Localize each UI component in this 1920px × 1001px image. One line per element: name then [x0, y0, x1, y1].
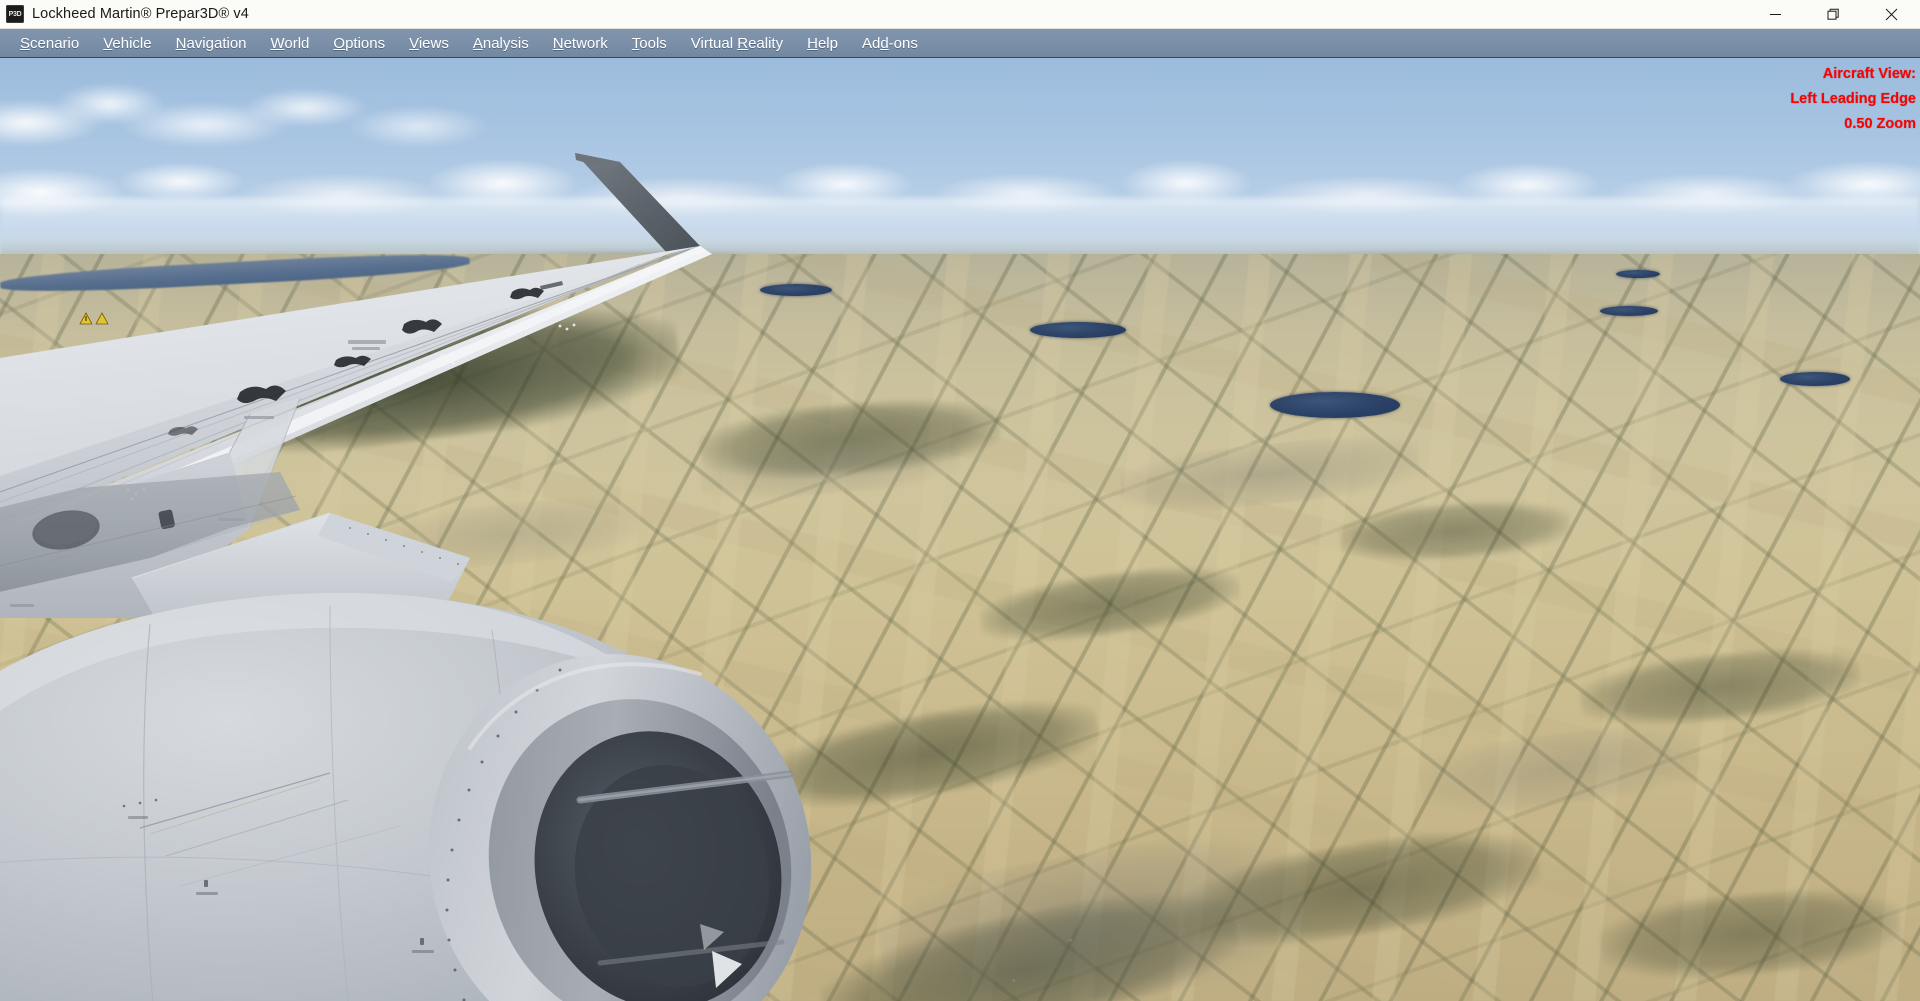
- overlay-line-zoom: 0.50 Zoom: [1844, 116, 1916, 132]
- lake: [760, 284, 832, 296]
- overlay-line-camera-name: Left Leading Edge: [1790, 91, 1916, 107]
- menu-item-vehicle[interactable]: Vehicle: [91, 32, 163, 55]
- menu-item-virtual-reality[interactable]: Virtual Reality: [679, 32, 795, 55]
- window-title: Lockheed Martin® Prepar3D® v4: [32, 6, 249, 22]
- overlay-line-aircraft-view: Aircraft View:: [1822, 66, 1916, 82]
- cloud-upper-left: [0, 66, 530, 161]
- menu-item-analysis[interactable]: Analysis: [461, 32, 541, 55]
- simulator-viewport[interactable]: Aircraft View: Left Leading Edge 0.50 Zo…: [0, 58, 1920, 1001]
- menu-item-options[interactable]: Options: [321, 32, 397, 55]
- restore-button[interactable]: [1804, 0, 1862, 28]
- window-controls: [1746, 0, 1920, 28]
- terrain: [0, 249, 1920, 1001]
- menu-item-add-ons[interactable]: Add-ons: [850, 32, 930, 55]
- menu-item-tools[interactable]: Tools: [620, 32, 679, 55]
- minimize-button[interactable]: [1746, 0, 1804, 28]
- minimize-icon: [1769, 8, 1782, 21]
- lake: [1780, 372, 1850, 386]
- prepar3d-window: P3D Lockheed Martin® Prepar3D® v4 Scenar…: [0, 0, 1920, 1001]
- close-icon: [1885, 8, 1898, 21]
- close-button[interactable]: [1862, 0, 1920, 28]
- restore-icon: [1827, 8, 1840, 21]
- menu-item-navigation[interactable]: Navigation: [164, 32, 259, 55]
- menu-item-world[interactable]: World: [259, 32, 322, 55]
- title-bar: P3D Lockheed Martin® Prepar3D® v4: [0, 0, 1920, 29]
- menu-item-scenario[interactable]: Scenario: [8, 32, 91, 55]
- lake: [1030, 322, 1126, 338]
- menu-item-network[interactable]: Network: [541, 32, 620, 55]
- menu-item-views[interactable]: Views: [397, 32, 461, 55]
- app-icon-label: P3D: [8, 10, 22, 18]
- view-info-overlay: Aircraft View: Left Leading Edge 0.50 Zo…: [1790, 62, 1916, 137]
- lake: [1616, 270, 1660, 278]
- lake: [1270, 392, 1400, 418]
- menu-bar: Scenario Vehicle Navigation World Option…: [0, 28, 1920, 58]
- lake: [1600, 306, 1658, 316]
- menu-item-help[interactable]: Help: [795, 32, 850, 55]
- p3d-app-icon: P3D: [6, 5, 24, 23]
